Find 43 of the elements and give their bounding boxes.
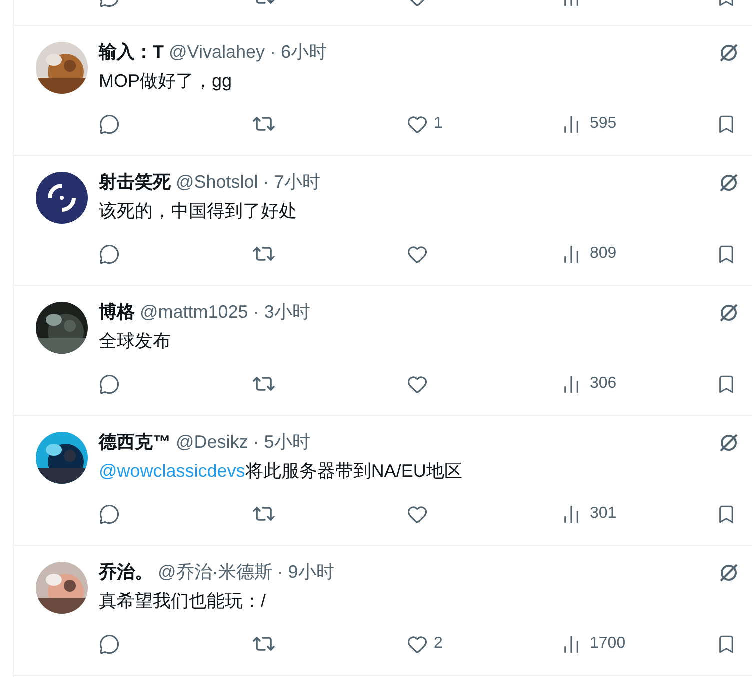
view-count: 809 — [590, 244, 617, 264]
display-name[interactable]: 博格 — [99, 300, 135, 324]
view-count: 1700 — [590, 634, 626, 654]
like-icon[interactable] — [407, 114, 428, 134]
display-name[interactable]: 输入：T — [99, 40, 164, 64]
display-name[interactable]: 德西克™ — [99, 430, 171, 454]
slashed-circle-icon[interactable] — [718, 302, 740, 324]
logo-icon — [36, 172, 88, 224]
reply-text: 真希望我们也能玩：/ — [99, 590, 266, 613]
reply-card[interactable]: 博格 @mattm1025 · 3小时 全球发布 306 — [14, 286, 752, 416]
like-icon[interactable] — [407, 244, 428, 264]
like-count: 2 — [434, 634, 443, 654]
reply-card[interactable]: 德西克™ @Desikz · 5小时 @wowclassicdevs将此服务器带到NA/EU地区 301 — [14, 416, 752, 546]
slashed-circle-icon[interactable] — [718, 562, 740, 584]
reply-icon[interactable] — [99, 634, 120, 654]
like-icon[interactable] — [407, 374, 428, 394]
like-icon[interactable] — [407, 634, 428, 654]
slashed-circle-icon[interactable] — [718, 42, 740, 64]
display-name[interactable]: 乔治。 — [99, 560, 153, 584]
handle-and-time: @乔治·米德斯 · 9小时 — [158, 561, 334, 584]
reply-icon[interactable] — [99, 244, 120, 264]
handle-and-time: @mattm1025 · 3小时 — [140, 301, 310, 324]
display-name[interactable]: 射击笑死 — [99, 170, 171, 194]
like-icon[interactable] — [407, 504, 428, 524]
reply-icon[interactable] — [99, 114, 120, 134]
reply-icon[interactable] — [99, 504, 120, 524]
view-count: 306 — [590, 374, 617, 394]
view-count: 301 — [590, 504, 617, 524]
reply-card[interactable]: 输入：T @Vivalahey · 6小时 MOP做好了，gg 1 595 — [14, 26, 752, 156]
slashed-circle-icon[interactable] — [718, 432, 740, 454]
reply-text: @wowclassicdevs将此服务器带到NA/EU地区 — [99, 460, 462, 483]
slashed-circle-icon[interactable] — [718, 172, 740, 194]
reply-card[interactable]: 射击笑死 @Shotslol · 7小时 该死的，中国得到了好处 809 — [14, 156, 752, 286]
reply-text: 该死的，中国得到了好处 — [99, 200, 297, 223]
handle-and-time: @Vivalahey · 6小时 — [169, 41, 328, 64]
view-count: 595 — [590, 114, 617, 134]
reply-text: MOP做好了，gg — [99, 70, 232, 93]
reply-card[interactable]: 乔治。 @乔治·米德斯 · 9小时 真希望我们也能玩：/ 2 1700 — [14, 546, 752, 676]
handle-and-time: @Desikz · 5小时 — [176, 431, 310, 454]
reply-icon[interactable] — [99, 374, 120, 394]
like-count: 1 — [434, 114, 443, 134]
handle-and-time: @Shotslol · 7小时 — [176, 171, 320, 194]
reply-text: 全球发布 — [99, 330, 171, 353]
